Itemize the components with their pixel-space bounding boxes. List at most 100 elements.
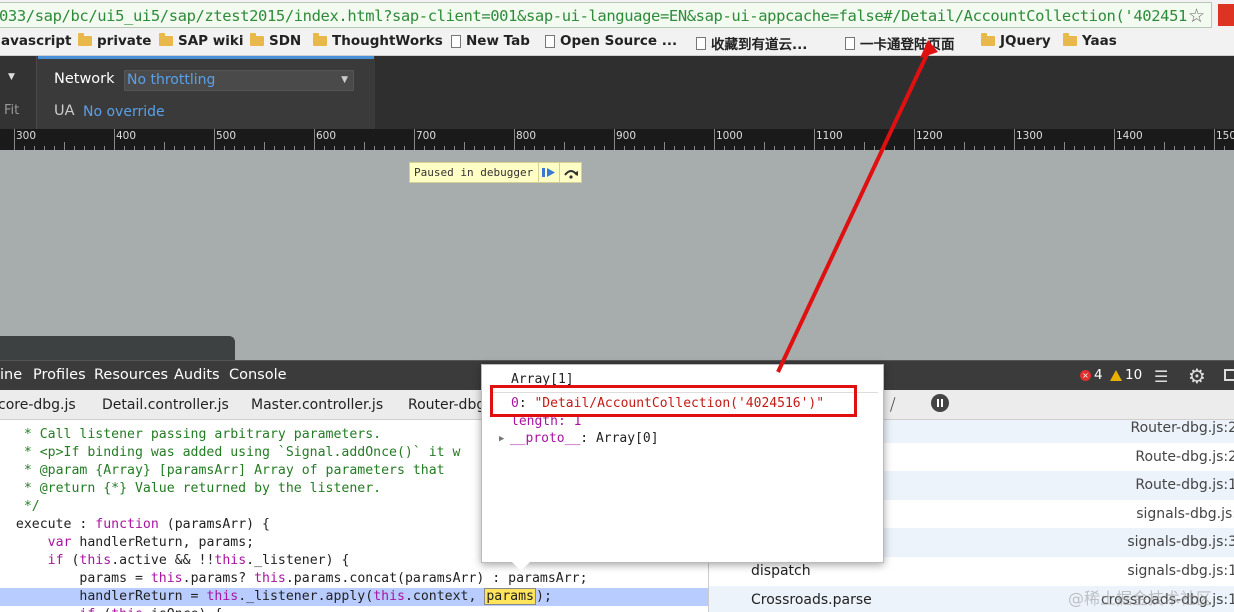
- frame-location[interactable]: signals-dbg.js:1: [1127, 563, 1234, 579]
- bookmark-open-source[interactable]: Open Source ...: [545, 33, 677, 49]
- page-icon: [451, 34, 461, 48]
- frame-location[interactable]: Route-dbg.js:2: [1135, 449, 1234, 465]
- ruler-major-tick: [14, 129, 15, 150]
- gear-icon[interactable]: ⚙: [1188, 364, 1206, 388]
- ruler-label: 1400: [1116, 130, 1143, 142]
- ruler-major-tick: [1014, 129, 1015, 150]
- ruler-minor-tick: [164, 142, 165, 150]
- frame-location[interactable]: signals-dbg.js:3: [1127, 534, 1234, 550]
- ruler-major-tick: [614, 129, 615, 150]
- bookmark-thoughtworks[interactable]: ThoughtWorks: [313, 33, 443, 49]
- step-over-button[interactable]: [560, 163, 581, 182]
- address-bar[interactable]: 033/sap/bc/ui5_ui5/sap/ztest2015/index.h…: [0, 2, 1212, 28]
- frame-location[interactable]: signals-dbg.js:: [1136, 506, 1234, 522]
- bookmark-javascript[interactable]: Javascript: [0, 33, 71, 49]
- bookmark-private[interactable]: private: [78, 33, 151, 49]
- popover-proto[interactable]: ▶ __proto__: Array[0]: [499, 431, 659, 446]
- address-bar-area: 033/sap/bc/ui5_ui5/sap/ztest2015/index.h…: [0, 0, 1234, 30]
- step-over-icon: [563, 169, 578, 179]
- paused-overlay: Paused in debugger: [409, 162, 583, 183]
- fit-label[interactable]: Fit: [4, 103, 19, 118]
- ruler-minor-tick: [864, 142, 865, 150]
- ruler-minor-tick: [364, 142, 365, 150]
- property-value: Array[0]: [595, 431, 659, 446]
- folder-icon: [78, 33, 92, 46]
- ruler-label: 600: [316, 130, 337, 142]
- bookmark-star-icon[interactable]: ☆: [1188, 5, 1205, 27]
- bookmark-label: Open Source ...: [560, 33, 678, 49]
- chevron-down-icon: ▼: [341, 75, 348, 85]
- ruler-major-tick: [114, 129, 115, 150]
- paused-text: Paused in debugger: [410, 163, 540, 182]
- expand-triangle-icon[interactable]: ▶: [499, 434, 510, 444]
- ruler-major-tick: [514, 129, 515, 150]
- warning-count[interactable]: 10: [1110, 367, 1142, 383]
- network-throttling-value: No throttling: [127, 72, 216, 88]
- tab-audits[interactable]: Audits: [174, 367, 220, 383]
- device-mode-panel: ▼ Fit: [0, 56, 37, 129]
- ua-label: UA: [54, 103, 75, 119]
- folder-icon: [981, 33, 995, 46]
- bookmark-label: JQuery: [1000, 33, 1051, 49]
- file-tab-detail-controller[interactable]: Detail.controller.js: [102, 397, 229, 413]
- code-line[interactable]: if (this.isOnce) {: [0, 606, 708, 612]
- ruler-minor-tick: [1164, 142, 1165, 150]
- warning-count-value: 10: [1125, 367, 1143, 383]
- ruler-label: 300: [16, 130, 37, 142]
- url-text[interactable]: 033/sap/bc/ui5_ui5/sap/ztest2015/index.h…: [0, 7, 1187, 25]
- dock-icon[interactable]: [1224, 369, 1234, 381]
- bookmark-youdao[interactable]: 收藏到有道云...: [696, 33, 807, 53]
- bookmark-label: SDN: [269, 33, 302, 49]
- network-throttling-select[interactable]: No throttling ▼: [124, 70, 354, 91]
- ruler-minor-tick: [464, 142, 465, 150]
- bookmark-yaas[interactable]: Yaas: [1063, 33, 1117, 49]
- code-line[interactable]: params = this.params? this.params.concat…: [0, 570, 708, 588]
- tab-console[interactable]: Console: [229, 367, 287, 383]
- ruler-major-tick: [214, 129, 215, 150]
- ruler-minor-tick: [664, 142, 665, 150]
- frame-function-name: dispatch: [751, 563, 811, 579]
- tab-timeline[interactable]: ine: [0, 367, 22, 383]
- frame-location[interactable]: Router-dbg.js:2: [1131, 420, 1234, 436]
- warning-icon: [1110, 369, 1122, 381]
- hovered-variable: params: [484, 588, 536, 605]
- bookmark-jquery[interactable]: JQuery: [981, 33, 1051, 49]
- deactivate-breakpoints-icon[interactable]: ⧸: [890, 395, 895, 415]
- bookmark-label: SAP wiki: [178, 33, 244, 49]
- bookmark-sdn[interactable]: SDN: [250, 33, 301, 49]
- pause-on-exceptions-icon[interactable]: [931, 394, 949, 412]
- bookmark-label: New Tab: [466, 33, 530, 49]
- page-icon: [696, 36, 706, 50]
- folder-icon: [1063, 33, 1077, 46]
- bookmarks-bar: Javascript private SAP wiki SDN ThoughtW…: [0, 30, 1234, 56]
- tab-resources[interactable]: Resources: [94, 367, 168, 383]
- ruler: 300 400 500 600 700 800 900 1000 1100 1200 1300 140…: [0, 129, 1234, 150]
- chevron-down-icon[interactable]: ▼: [8, 72, 15, 82]
- file-tab-master-controller[interactable]: Master.controller.js: [251, 397, 383, 413]
- ruler-major-tick: [914, 129, 915, 150]
- ruler-minor-tick: [564, 142, 565, 150]
- frame-function-name: Crossroads.parse: [751, 591, 872, 608]
- ruler-major-tick: [714, 129, 715, 150]
- file-tab-router[interactable]: Router-dbg: [408, 397, 485, 413]
- annotation-highlight-box: [490, 385, 857, 417]
- bookmark-label: 一卡通登陆页面: [860, 37, 955, 53]
- ua-override-field[interactable]: No override: [83, 104, 165, 120]
- ruler-major-tick: [414, 129, 415, 150]
- extension-icon[interactable]: [1218, 4, 1234, 26]
- popover-tail: [512, 562, 530, 571]
- bookmark-label: private: [97, 33, 152, 49]
- ruler-minor-tick: [964, 142, 965, 150]
- file-tab-core[interactable]: core-dbg.js: [0, 397, 76, 413]
- resume-button[interactable]: [539, 163, 561, 182]
- current-execution-line[interactable]: handlerReturn = this._listener.apply(thi…: [0, 588, 708, 606]
- frame-location[interactable]: Route-dbg.js:1: [1135, 477, 1234, 493]
- bookmark-sap-wiki[interactable]: SAP wiki: [159, 33, 243, 49]
- console-drawer-icon[interactable]: ☰: [1154, 367, 1168, 386]
- tab-profiles[interactable]: Profiles: [33, 367, 86, 383]
- bookmark-login-page[interactable]: 一卡通登陆页面: [845, 33, 955, 53]
- error-count[interactable]: × 4: [1080, 367, 1103, 383]
- ruler-major-tick: [1114, 129, 1115, 150]
- bookmark-new-tab[interactable]: New Tab: [451, 33, 530, 49]
- property-key: __proto__: [509, 431, 581, 446]
